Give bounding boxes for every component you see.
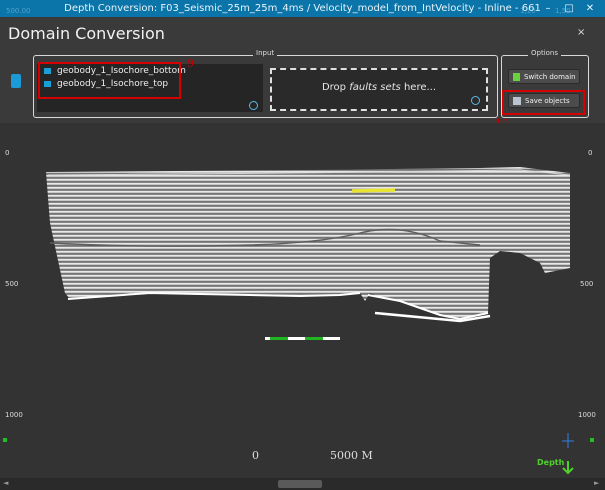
annotation-label-9: 9 [187, 57, 194, 70]
window-title: Depth Conversion: F03_Seismic_25m_25m_4m… [64, 3, 541, 14]
scroll-right-icon[interactable]: ► [594, 479, 599, 487]
panel-close-icon[interactable]: × [577, 27, 585, 38]
depth-tick-label-left: 1000 [5, 411, 23, 419]
depth-tick-label-right: 0 [588, 149, 593, 157]
depth-tick-label-left: 0 [5, 149, 10, 157]
window-titlebar: 500.00 Depth Conversion: F03_Seismic_25m… [0, 0, 605, 17]
options-group-label: Options [528, 49, 562, 57]
input-group-label: Input [253, 49, 278, 57]
crosshair-icon [562, 433, 574, 448]
depth-tick-label-right: 500 [580, 280, 594, 288]
window-close-icon[interactable]: ✕ [580, 1, 600, 16]
faults-drop-zone[interactable]: Drop faults sets here... [270, 68, 488, 111]
highlight-box-save [502, 90, 585, 115]
scrollbar-thumb[interactable] [278, 480, 322, 488]
scalebar-segment [305, 337, 323, 340]
depth-indicator-label: Depth [537, 458, 565, 467]
drop-zone-text: Drop faults sets here... [321, 82, 437, 93]
seismic-canvas[interactable] [0, 123, 605, 478]
seismic-section [3, 167, 594, 475]
scalebar-zero-label: 0 [252, 449, 259, 462]
left-marker-icon [3, 438, 7, 442]
scalebar-segment [270, 337, 288, 340]
horizontal-scrollbar[interactable]: ◄ ► [0, 478, 605, 490]
maximize-icon[interactable]: □ [559, 1, 579, 16]
depth-tick-label-left: 500 [5, 280, 19, 288]
switch-domain-button[interactable]: Switch domain [508, 69, 580, 84]
down-arrow-icon [513, 73, 520, 81]
search-icon[interactable] [249, 101, 258, 110]
panel-title: Domain Conversion [8, 24, 165, 43]
depth-arrow-icon [562, 461, 574, 475]
depth-tick-label-right: 1000 [578, 411, 596, 419]
search-icon[interactable] [471, 96, 480, 105]
highlight-box-input [38, 62, 181, 99]
scalebar-max-label: 5000 M [330, 449, 373, 462]
minimize-icon[interactable]: – [538, 1, 558, 16]
right-marker-icon [590, 438, 594, 442]
collapse-arrow-icon[interactable] [11, 74, 21, 88]
highlighted-geobody [351, 188, 396, 193]
scroll-left-icon[interactable]: ◄ [3, 479, 8, 487]
